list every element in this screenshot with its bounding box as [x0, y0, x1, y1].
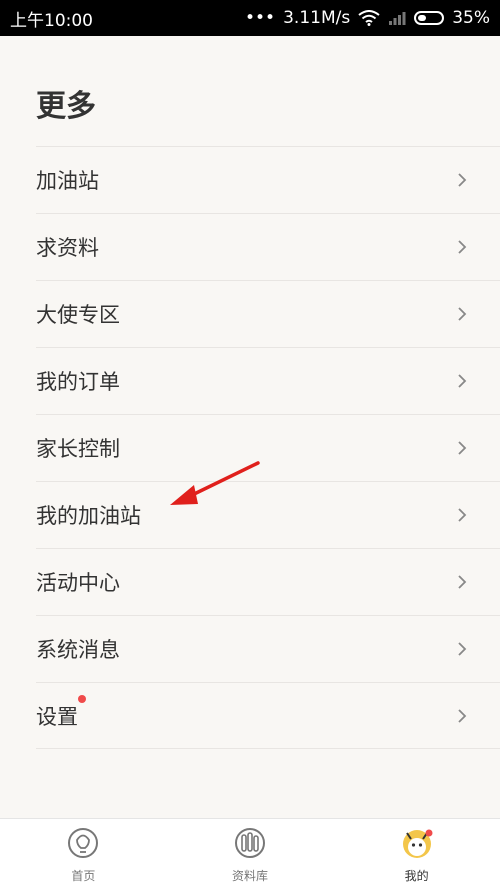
menu-item-label: 活动中心 [36, 571, 120, 595]
chevron-right-icon [458, 642, 467, 656]
tab-home[interactable]: 首页 [0, 819, 167, 890]
wifi-icon [358, 10, 380, 26]
tab-label: 资料库 [232, 869, 269, 883]
status-bar: 上午10:00 ••• 3.11M/s 35% [0, 0, 500, 36]
menu-item-parental-control[interactable]: 家长控制 [36, 414, 500, 481]
chevron-right-icon [458, 508, 467, 522]
home-bulb-icon [68, 828, 99, 858]
profile-avatar-icon [402, 829, 433, 858]
menu-item-label: 我的加油站 [36, 504, 141, 528]
menu-item-label: 我的订单 [36, 370, 120, 394]
chevron-right-icon [458, 173, 467, 187]
signal-icon [389, 12, 406, 25]
network-speed: 3.11M/s [283, 8, 351, 28]
chevron-right-icon [458, 374, 467, 388]
menu-item-label: 家长控制 [36, 437, 120, 461]
battery-icon [414, 11, 445, 25]
tab-label: 我的 [404, 869, 429, 883]
menu-item-label: 大使专区 [36, 303, 120, 327]
more-dots-icon: ••• [245, 8, 276, 28]
menu-item-label: 系统消息 [36, 638, 120, 662]
menu-item-label: 设置 [36, 694, 86, 731]
status-left: 上午10:00 [10, 6, 93, 31]
status-time: 上午10:00 [10, 10, 93, 31]
chevron-right-icon [458, 240, 467, 254]
battery-percent: 35% [452, 8, 490, 28]
chevron-right-icon [458, 708, 467, 723]
menu-item-label: 求资料 [36, 236, 99, 260]
menu-item-activity-center[interactable]: 活动中心 [36, 548, 500, 615]
tab-library[interactable]: 资料库 [167, 819, 334, 890]
tab-mine[interactable]: 我的 [333, 819, 500, 890]
menu-item-request-materials[interactable]: 求资料 [36, 213, 500, 280]
more-page: 更多 加油站 求资料 大使专区 我的订单 家长控制 我的加油站 活动中心 系统消… [0, 36, 500, 818]
menu-item-refuel-station[interactable]: 加油站 [36, 146, 500, 213]
settings-badge-dot [78, 694, 86, 703]
page-title: 更多 [36, 89, 96, 124]
settings-label-text: 设置 [36, 704, 78, 729]
menu-item-ambassador-zone[interactable]: 大使专区 [36, 280, 500, 347]
tab-label: 首页 [71, 869, 96, 883]
status-right: ••• 3.11M/s 35% [245, 8, 490, 28]
menu-item-settings[interactable]: 设置 [36, 682, 500, 749]
chevron-right-icon [458, 575, 467, 589]
library-icon [235, 828, 265, 858]
menu-list: 加油站 求资料 大使专区 我的订单 家长控制 我的加油站 活动中心 系统消息 设… [36, 146, 500, 749]
menu-item-my-refuel-station[interactable]: 我的加油站 [36, 481, 500, 548]
bottom-tab-bar: 首页 资料库 我的 [0, 818, 500, 890]
chevron-right-icon [458, 441, 467, 455]
menu-item-label: 加油站 [36, 169, 99, 193]
menu-item-system-messages[interactable]: 系统消息 [36, 615, 500, 682]
menu-item-my-orders[interactable]: 我的订单 [36, 347, 500, 414]
battery-fill [418, 15, 427, 21]
chevron-right-icon [458, 307, 467, 321]
